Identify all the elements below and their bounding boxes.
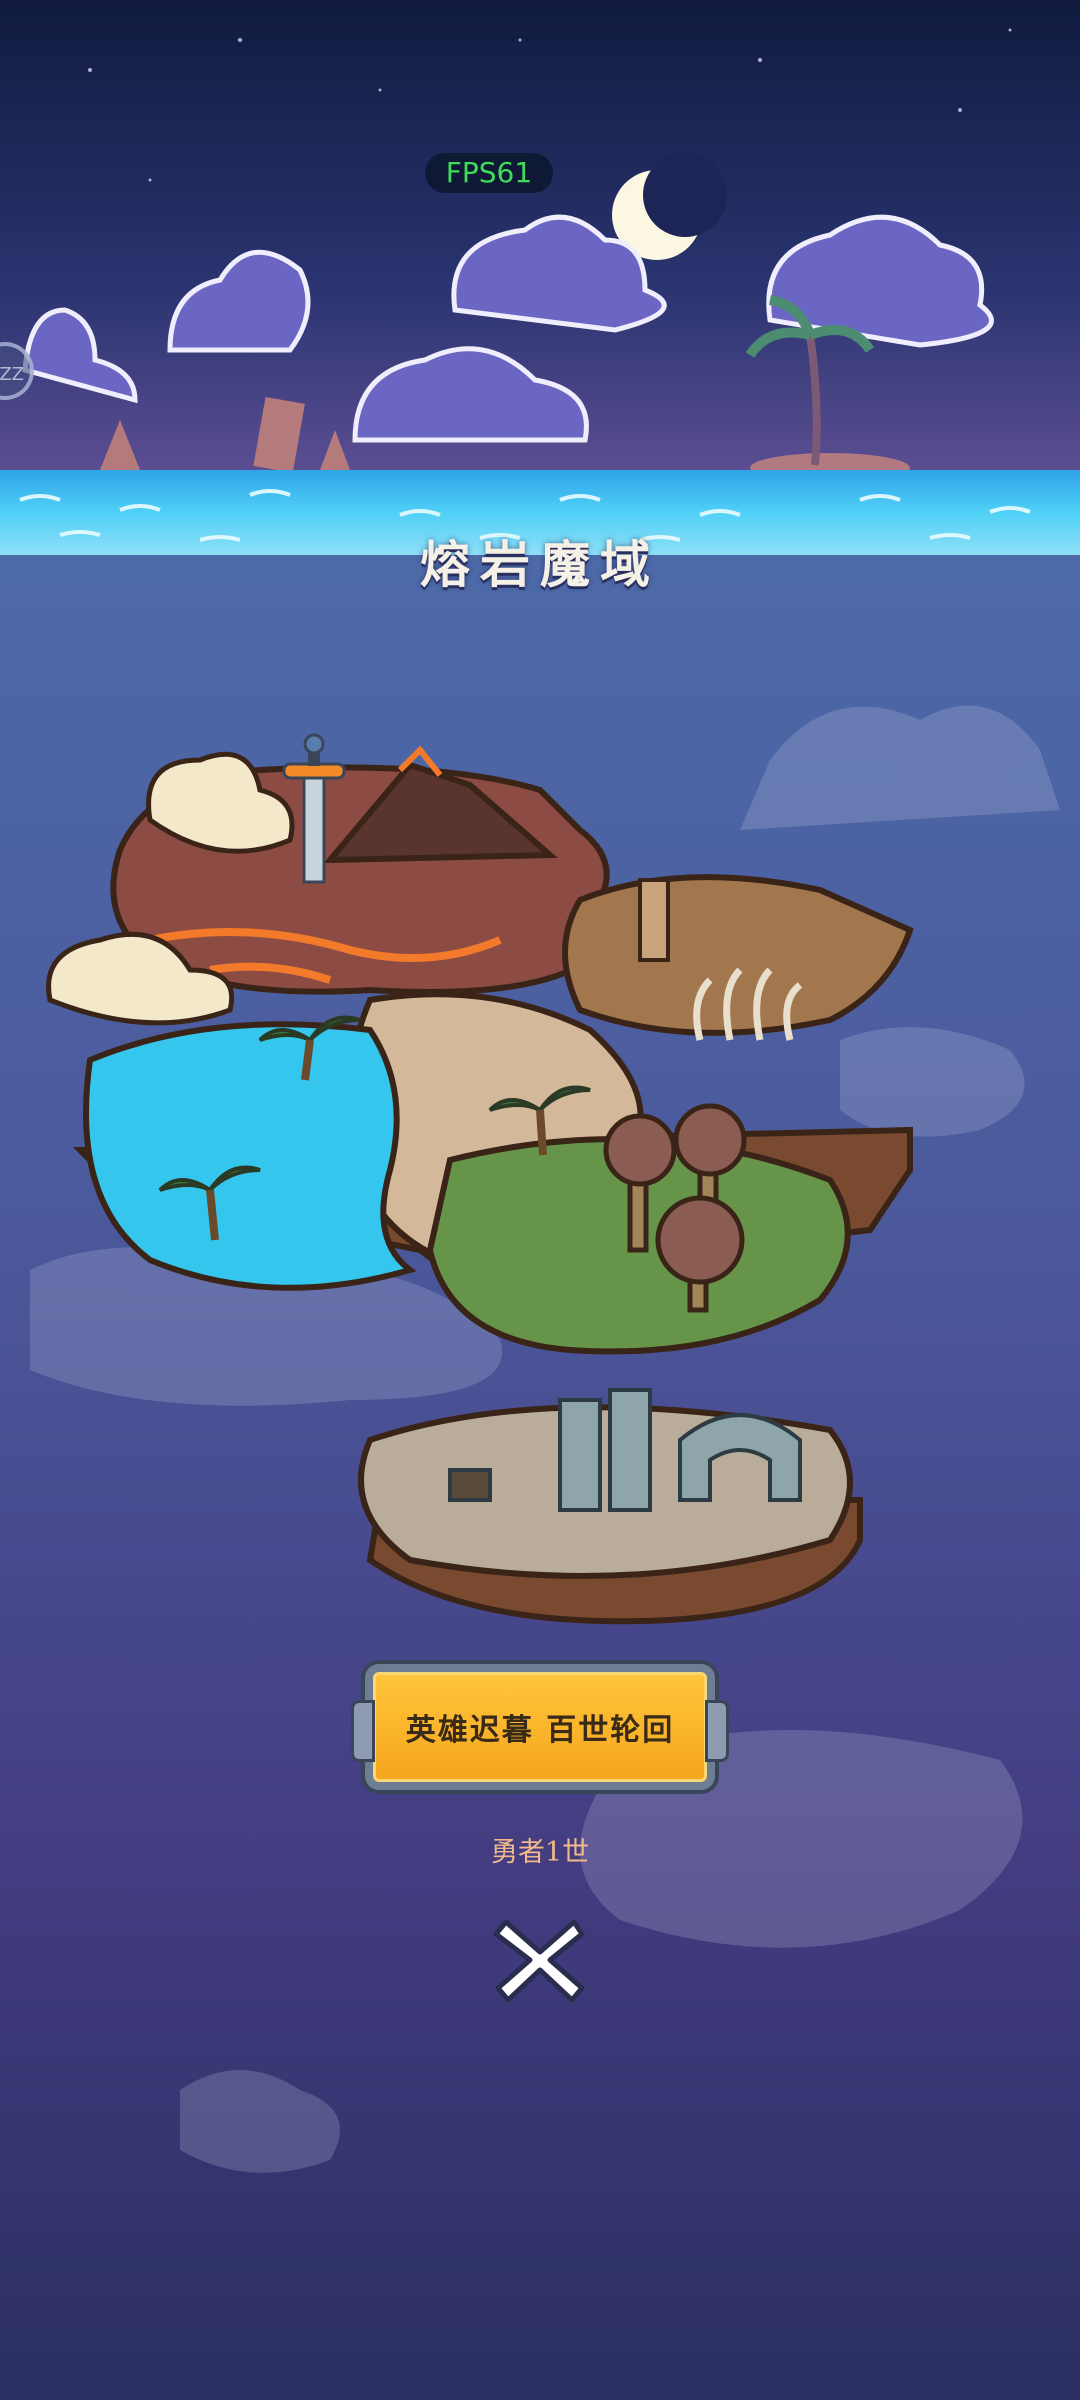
- side-handle-label: ZZ: [0, 364, 24, 385]
- hero-generation-label: 勇者1世: [490, 1837, 590, 1868]
- close-icon: [493, 1919, 585, 2003]
- world-map-scene: [0, 0, 1080, 2400]
- region-title: 熔岩魔域: [420, 535, 660, 594]
- close-button[interactable]: [488, 1908, 592, 2012]
- banner-label: 英雄迟暮 百世轮回: [405, 1713, 675, 1748]
- reincarnation-banner-button[interactable]: 英雄迟暮 百世轮回: [351, 1664, 729, 1790]
- game-screen: FPS61 ZZ 熔岩魔域 英雄迟暮 百世轮回 勇者1世: [0, 0, 1080, 2400]
- fps-counter: FPS61: [425, 153, 553, 193]
